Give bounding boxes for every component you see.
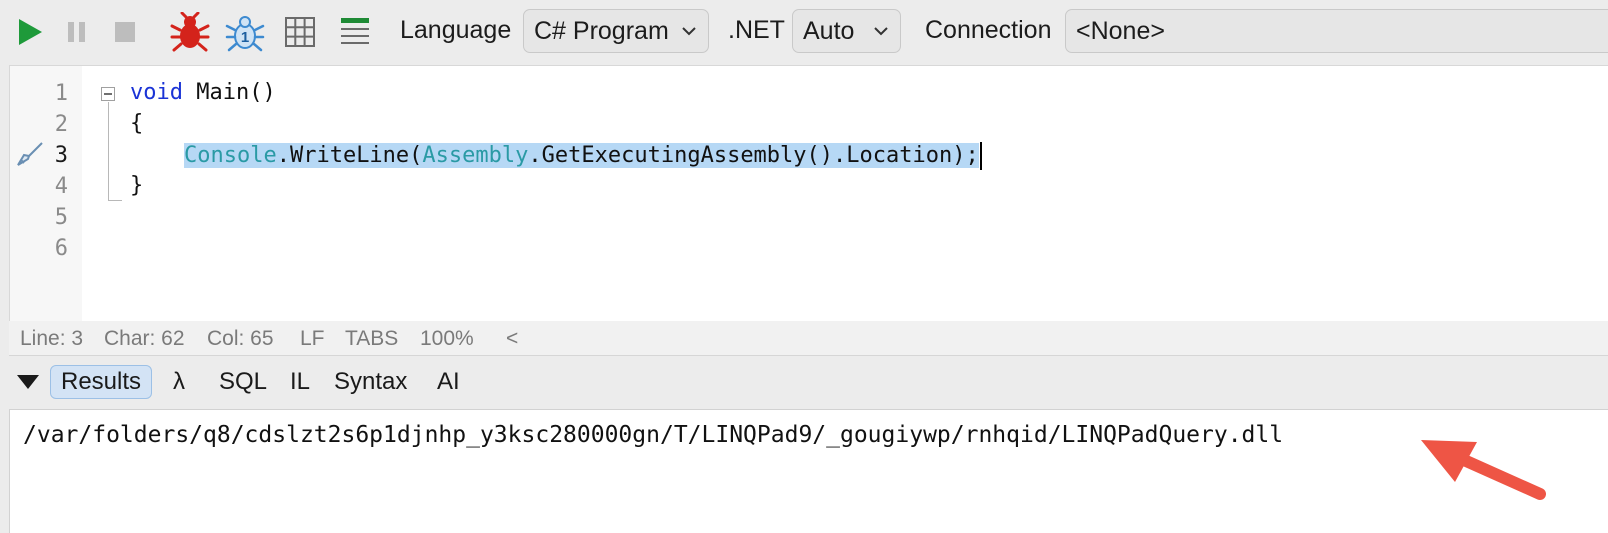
status-col: Col: 65 bbox=[207, 327, 274, 350]
code-line-3: Console.WriteLine(Assembly.GetExecutingA… bbox=[184, 142, 982, 170]
tab-syntax[interactable]: Syntax bbox=[334, 365, 407, 399]
language-label: Language bbox=[400, 16, 512, 44]
fold-guide-end bbox=[108, 200, 122, 201]
status-char: Char: 62 bbox=[104, 327, 185, 350]
method-signature: Main() bbox=[182, 80, 276, 105]
status-indent[interactable]: TABS bbox=[345, 327, 398, 351]
status-line: Line: 3 bbox=[20, 327, 84, 350]
collapse-status-button[interactable]: < bbox=[506, 327, 518, 351]
status-zoom[interactable]: 100% bbox=[420, 327, 474, 351]
fold-toggle[interactable] bbox=[101, 87, 115, 101]
tab-sql[interactable]: SQL bbox=[219, 365, 267, 399]
toolbar: 1 Language C# Program .NET Auto Connecti… bbox=[0, 0, 1608, 64]
line-number: 5 bbox=[54, 205, 68, 230]
results-tab-bar: Results λ SQL IL Syntax AI bbox=[0, 357, 1608, 407]
tab-il[interactable]: IL bbox=[290, 365, 310, 399]
connection-dropdown[interactable]: <None> bbox=[1065, 9, 1608, 53]
brush-icon[interactable] bbox=[16, 140, 46, 175]
dotnet-dropdown[interactable]: Auto bbox=[792, 9, 901, 53]
code-line-2: { bbox=[130, 111, 144, 136]
tab-ai[interactable]: AI bbox=[437, 365, 460, 399]
editor-status-bar: Line: 3 Char: 62 Col: 65 LF TABS 100% < bbox=[9, 321, 1608, 356]
svg-text:1: 1 bbox=[241, 29, 249, 46]
type-console: Console bbox=[184, 143, 277, 168]
connection-value: <None> bbox=[1076, 17, 1165, 45]
stop-icon[interactable] bbox=[105, 12, 145, 52]
line-number-gutter: 1 2 3 4 5 6 bbox=[10, 66, 82, 321]
code-line-1: void Main() bbox=[130, 80, 276, 105]
tab-results[interactable]: Results bbox=[50, 365, 153, 399]
line-number: 6 bbox=[54, 236, 68, 261]
grid-results-icon[interactable] bbox=[280, 12, 320, 52]
fold-guide bbox=[108, 102, 109, 200]
text-caret bbox=[979, 142, 982, 170]
chevron-down-icon bbox=[682, 10, 696, 65]
language-dropdown[interactable]: C# Program bbox=[523, 9, 709, 53]
code-token: .WriteLine( bbox=[276, 143, 423, 168]
tab-lambda[interactable]: λ bbox=[173, 365, 185, 399]
line-number: 4 bbox=[54, 174, 68, 199]
language-value: C# Program bbox=[534, 17, 669, 45]
selected-statement: Console.WriteLine(Assembly.GetExecutingA… bbox=[184, 143, 979, 168]
dotnet-value: Auto bbox=[803, 17, 855, 45]
code-token: .GetExecutingAssembly().Location); bbox=[528, 143, 979, 168]
pause-icon[interactable] bbox=[57, 12, 97, 52]
collapse-results-icon[interactable] bbox=[17, 375, 39, 396]
code-line-4: } bbox=[130, 173, 144, 198]
text-results-icon[interactable] bbox=[335, 12, 375, 52]
type-assembly: Assembly bbox=[422, 143, 529, 168]
line-number: 1 bbox=[54, 81, 68, 106]
keyword-void: void bbox=[130, 80, 183, 105]
arrow-annotation bbox=[1415, 432, 1555, 517]
debug-step-icon[interactable]: 1 bbox=[225, 12, 265, 52]
status-eol[interactable]: LF bbox=[300, 327, 325, 351]
connection-label: Connection bbox=[925, 16, 1052, 44]
debug-bug-icon[interactable] bbox=[170, 12, 210, 52]
run-icon[interactable] bbox=[10, 12, 50, 52]
output-path-text: /var/folders/q8/cdslzt2s6p1djnhp_y3ksc28… bbox=[23, 422, 1284, 448]
line-number: 2 bbox=[54, 112, 68, 137]
code-editor[interactable]: 1 2 3 4 5 6 void Main() { Console.WriteL… bbox=[9, 65, 1608, 321]
chevron-down-icon bbox=[874, 10, 888, 65]
results-output-panel[interactable]: /var/folders/q8/cdslzt2s6p1djnhp_y3ksc28… bbox=[9, 409, 1608, 533]
dotnet-label: .NET bbox=[728, 16, 785, 44]
